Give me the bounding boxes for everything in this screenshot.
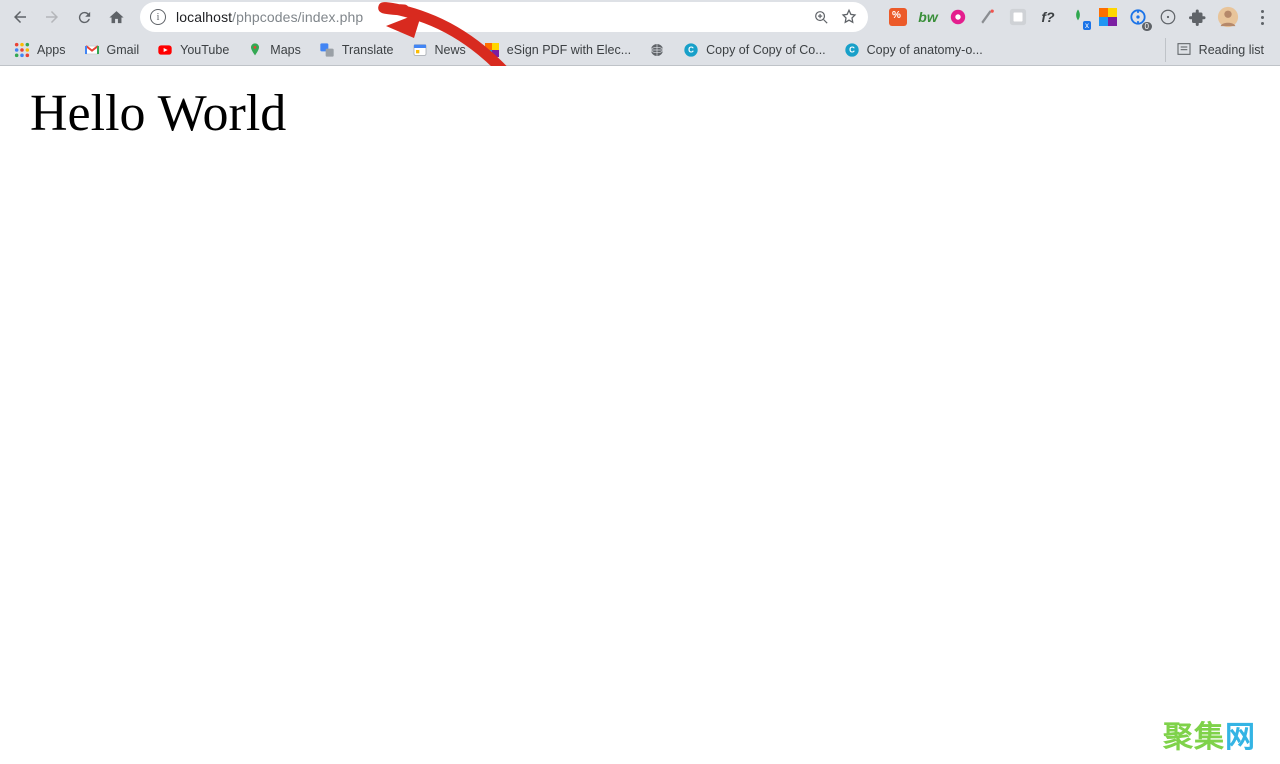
page-content: Hello World 聚集网	[0, 66, 1280, 764]
bookmark-label: Translate	[342, 43, 394, 57]
gmail-icon	[84, 42, 100, 58]
extensions-area: % bw f? x 0	[886, 5, 1274, 29]
bookmark-copy1[interactable]: C Copy of Copy of Co...	[675, 38, 834, 62]
reading-list-label: Reading list	[1199, 43, 1264, 57]
ext-icon-8[interactable]	[1096, 5, 1120, 29]
ext-icon-4[interactable]	[976, 5, 1000, 29]
url-path: /phpcodes/index.php	[232, 9, 363, 25]
ext-icon-2[interactable]: bw	[916, 5, 940, 29]
chrome-menu-button[interactable]	[1250, 5, 1274, 29]
ext-badge: 0	[1142, 22, 1152, 31]
reload-button[interactable]	[70, 3, 98, 31]
arrow-left-icon	[11, 8, 29, 26]
bookmark-label: Gmail	[107, 43, 140, 57]
page-heading: Hello World	[30, 84, 1250, 143]
browser-chrome: i localhost/phpcodes/index.php % bw f?	[0, 0, 1280, 66]
bookmark-label: Copy of Copy of Co...	[706, 43, 826, 57]
ext-icon-10[interactable]	[1156, 5, 1180, 29]
bookmark-label: Maps	[270, 43, 301, 57]
bookmark-globe[interactable]	[641, 38, 673, 62]
youtube-icon	[157, 42, 173, 58]
ext-icon-3[interactable]	[946, 5, 970, 29]
translate-icon	[319, 42, 335, 58]
bookmark-translate[interactable]: Translate	[311, 38, 402, 62]
forward-button[interactable]	[38, 3, 66, 31]
reload-icon	[76, 9, 93, 26]
globe-icon	[649, 42, 665, 58]
address-bar[interactable]: i localhost/phpcodes/index.php	[140, 2, 868, 32]
ext-icon-1[interactable]: %	[886, 5, 910, 29]
maps-icon	[247, 42, 263, 58]
reading-list-button[interactable]: Reading list	[1165, 38, 1274, 62]
zoom-icon[interactable]	[813, 9, 830, 26]
ext-icon-7[interactable]: x	[1066, 5, 1090, 29]
url-host: localhost	[176, 9, 232, 25]
svg-text:C: C	[849, 46, 855, 55]
bookmark-label: News	[435, 43, 466, 57]
bookmark-youtube[interactable]: YouTube	[149, 38, 237, 62]
canva-icon: C	[844, 42, 860, 58]
back-button[interactable]	[6, 3, 34, 31]
bookmark-label: eSign PDF with Elec...	[507, 43, 631, 57]
watermark: 聚集网	[1163, 712, 1256, 756]
home-icon	[108, 9, 125, 26]
apps-grid-icon	[14, 42, 30, 58]
news-icon	[412, 42, 428, 58]
bookmark-label: Apps	[37, 43, 66, 57]
ext-icon-9[interactable]: 0	[1126, 5, 1150, 29]
reading-list-icon	[1176, 41, 1192, 60]
svg-text:C: C	[688, 46, 694, 55]
ext-icon-5[interactable]	[1006, 5, 1030, 29]
canva-icon: C	[683, 42, 699, 58]
url-text: localhost/phpcodes/index.php	[176, 9, 363, 25]
bookmark-apps[interactable]: Apps	[6, 38, 74, 62]
bookmark-gmail[interactable]: Gmail	[76, 38, 148, 62]
bookmark-star-icon[interactable]	[840, 8, 858, 26]
bookmark-label: Copy of anatomy-o...	[867, 43, 983, 57]
toolbar: i localhost/phpcodes/index.php % bw f?	[0, 0, 1280, 34]
esign-icon	[484, 42, 500, 58]
bookmark-news[interactable]: News	[404, 38, 474, 62]
bookmarks-bar: Apps Gmail YouTube Maps Translate News e…	[0, 34, 1280, 66]
ext-icon-6[interactable]: f?	[1036, 5, 1060, 29]
bookmark-esign[interactable]: eSign PDF with Elec...	[476, 38, 639, 62]
bookmark-label: YouTube	[180, 43, 229, 57]
home-button[interactable]	[102, 3, 130, 31]
bookmark-maps[interactable]: Maps	[239, 38, 309, 62]
extensions-puzzle-icon[interactable]	[1186, 5, 1210, 29]
bookmark-copy2[interactable]: C Copy of anatomy-o...	[836, 38, 991, 62]
arrow-right-icon	[43, 8, 61, 26]
site-info-icon[interactable]: i	[150, 9, 166, 25]
profile-avatar[interactable]	[1216, 5, 1240, 29]
